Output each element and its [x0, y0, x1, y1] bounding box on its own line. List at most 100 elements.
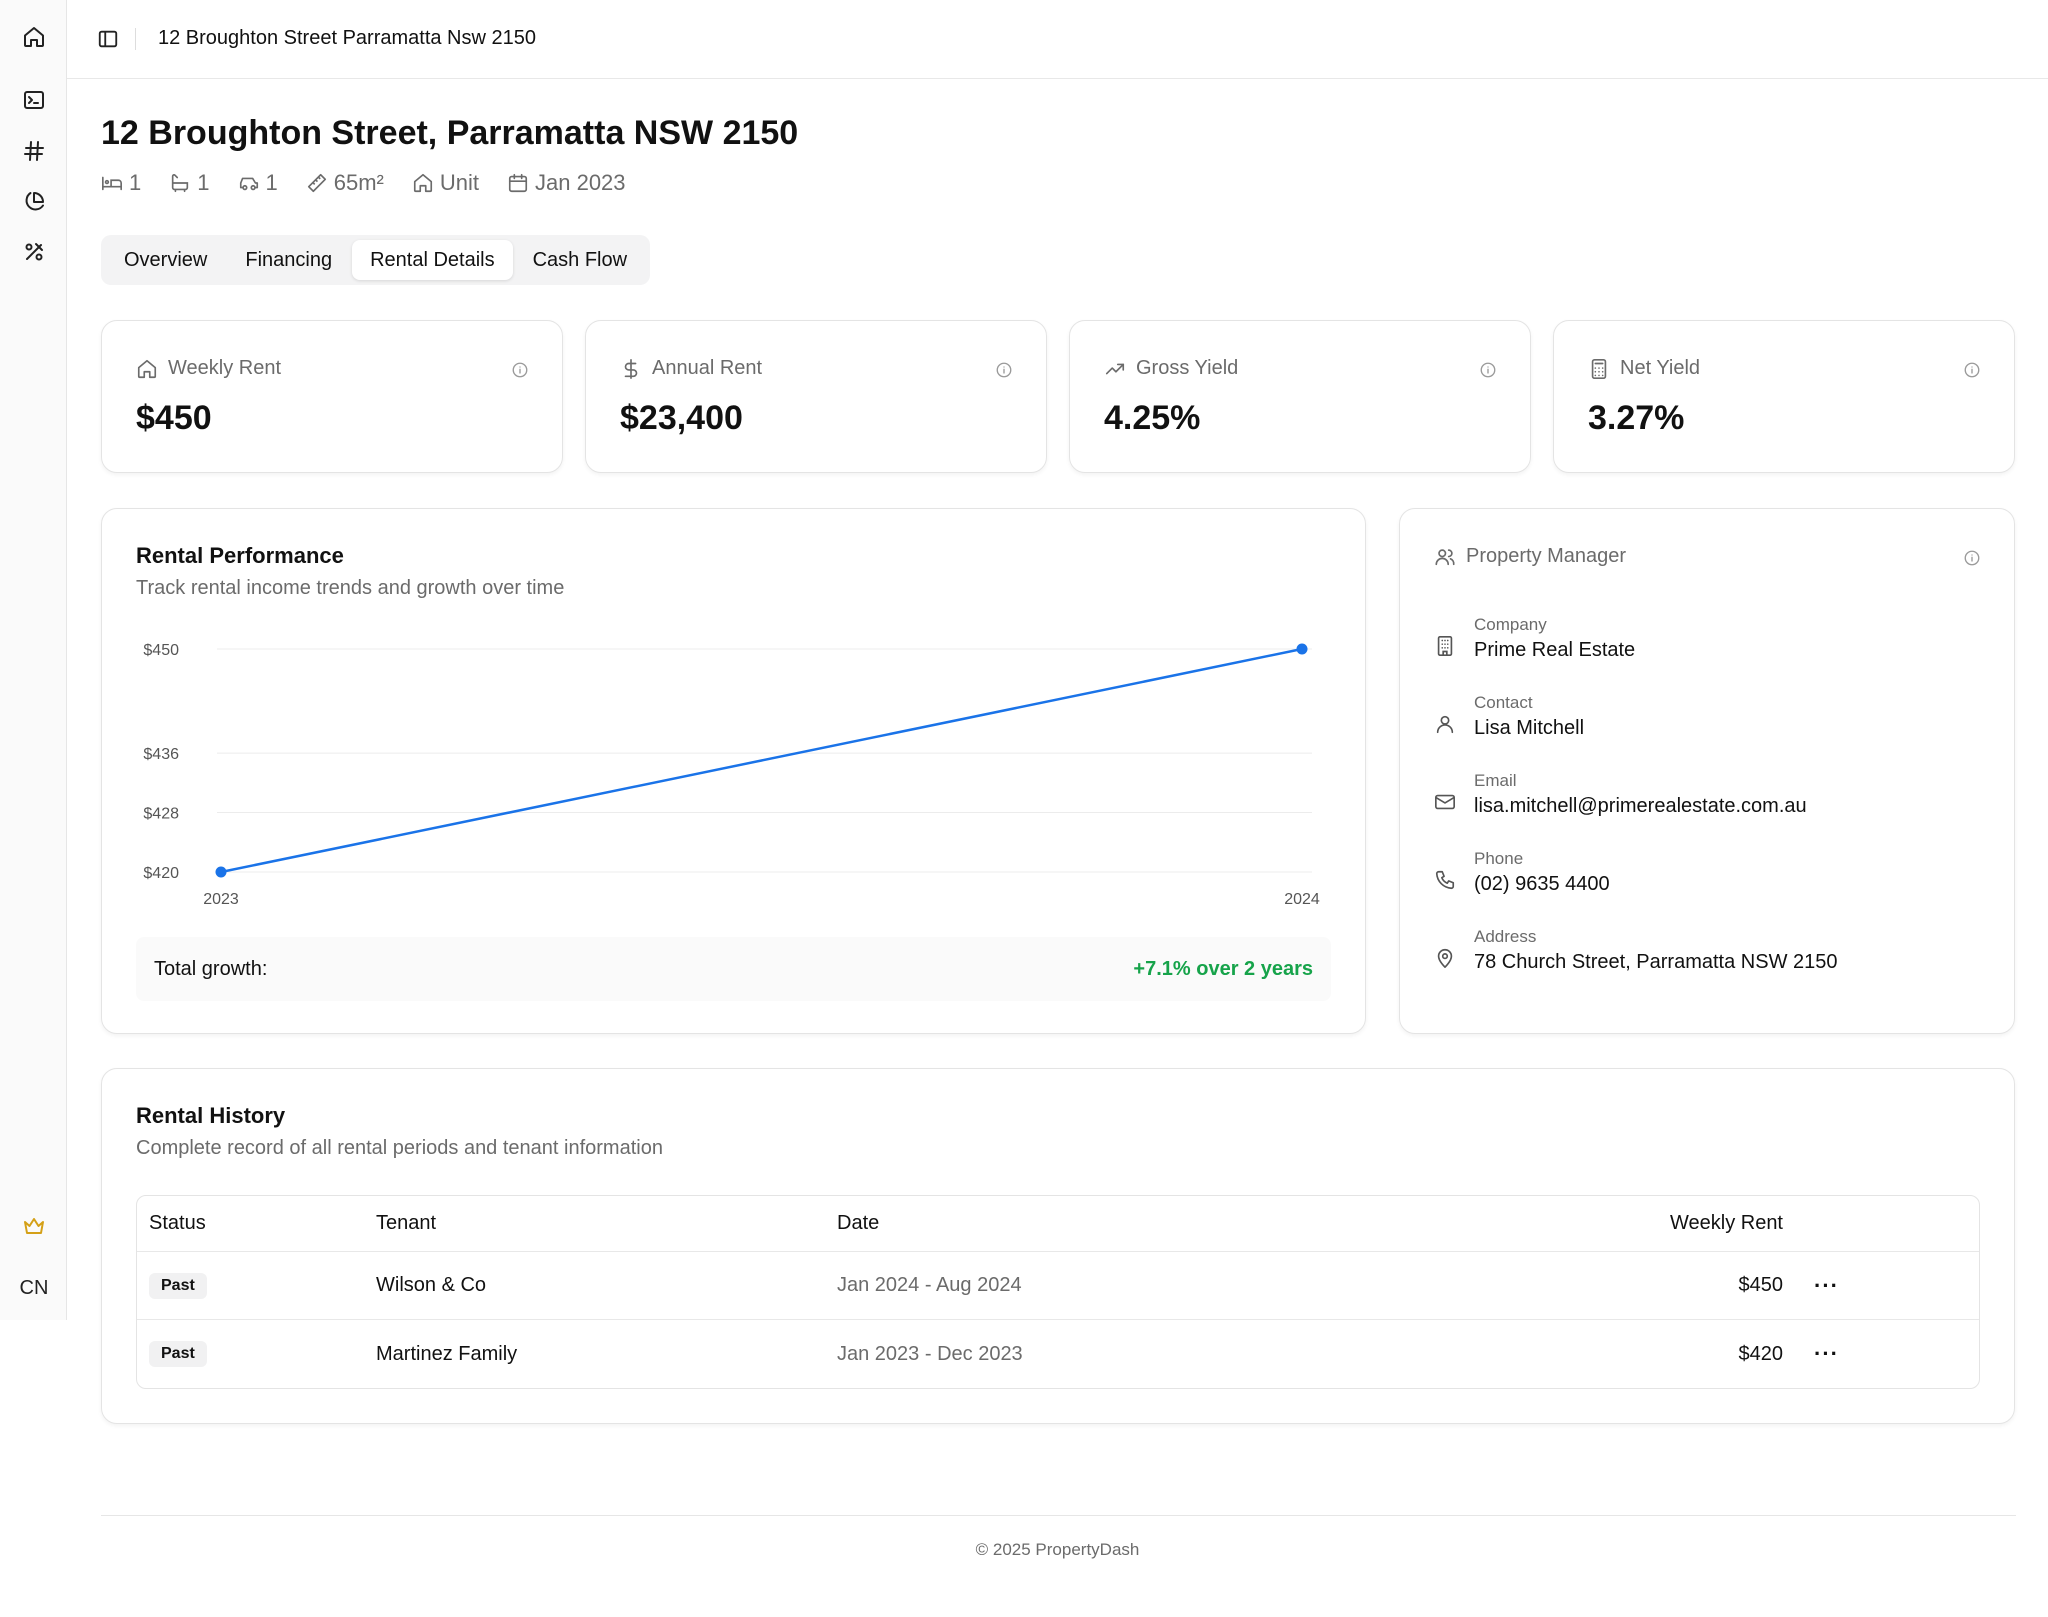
home-icon[interactable]: [16, 19, 52, 55]
hash-icon[interactable]: [16, 133, 52, 169]
car-icon: [239, 177, 258, 191]
tab-financing[interactable]: Financing: [227, 240, 350, 280]
stat-label-text: Net Yield: [1620, 357, 1701, 379]
tab-cash-flow[interactable]: Cash Flow: [515, 240, 645, 280]
table-row[interactable]: Past Wilson & Co Jan 2024 - Aug 2024 $45…: [137, 1252, 1979, 1320]
tenant-cell: Martinez Family: [376, 1342, 518, 1365]
y-tick-label: $420: [143, 865, 179, 882]
info-icon[interactable]: [1479, 361, 1497, 379]
stat-card-net-yield: Net Yield 3.27%: [1553, 320, 2015, 473]
rental-performance-chart: $450 $436 $428 $420 2023 2024: [143, 642, 1320, 908]
pm-value: Prime Real Estate: [1474, 639, 1636, 661]
type-meta: Unit: [412, 170, 479, 196]
info-icon[interactable]: [1963, 549, 1981, 567]
pm-label: Address: [1474, 927, 1537, 946]
footer: © 2025 PropertyDash: [975, 1540, 1140, 1559]
pm-title: Property Manager: [1466, 545, 1627, 567]
info-icon[interactable]: [995, 361, 1013, 379]
table-header: Status Tenant Date Weekly Rent: [137, 1196, 1979, 1252]
baths-count: 1: [197, 170, 210, 195]
stat-label-text: Gross Yield: [1136, 357, 1239, 379]
y-tick-label: $428: [143, 806, 179, 823]
status-badge: Past: [149, 1272, 207, 1299]
date-meta: Jan 2023: [507, 170, 626, 196]
date-cell: Jan 2024 - Aug 2024: [837, 1274, 1022, 1296]
terminal-icon[interactable]: [16, 82, 52, 118]
column-header-tenant[interactable]: Tenant: [376, 1196, 436, 1251]
tab-overview[interactable]: Overview: [106, 240, 225, 280]
percent-tools-icon[interactable]: [16, 234, 52, 270]
table-row[interactable]: Past Martinez Family Jan 2023 - Dec 2023…: [137, 1320, 1979, 1388]
pm-email: Email lisa.mitchell@primerealestate.com.…: [1434, 771, 1807, 821]
cars-meta: 1: [238, 170, 278, 196]
growth-value: +7.1% over 2 years: [1133, 957, 1313, 980]
calendar-icon: [508, 173, 528, 193]
baths-meta: 1: [169, 170, 210, 196]
total-growth-row: Total growth: +7.1% over 2 years: [136, 937, 1331, 1001]
bed-icon: [102, 176, 122, 191]
series-line: [220, 647, 1303, 874]
area-value: 65m²: [333, 170, 384, 195]
tenant-cell: Wilson & Co: [376, 1274, 487, 1296]
section-title: Rental Performance: [136, 543, 344, 568]
page-title: 12 Broughton Street, Parramatta NSW 2150: [101, 114, 799, 152]
sidebar-toggle-icon[interactable]: [91, 22, 125, 56]
rental-history-table: Status Tenant Date Weekly Rent Past Wils…: [136, 1195, 1980, 1389]
crown-icon[interactable]: [16, 1208, 52, 1244]
beds-count: 1: [129, 170, 142, 195]
stat-card-weekly-rent: Weekly Rent $450: [101, 320, 563, 473]
pm-label: Email: [1474, 771, 1517, 790]
pm-company: Company Prime Real Estate: [1434, 615, 1635, 665]
tab-rental-details[interactable]: Rental Details: [352, 240, 513, 280]
pm-address: Address 78 Church Street, Parramatta NSW…: [1434, 927, 1838, 977]
pm-email-link[interactable]: lisa.mitchell@primerealestate.com.au: [1474, 791, 1807, 821]
x-tick-label: 2024: [1284, 891, 1320, 908]
stat-card-annual-rent: Annual Rent $23,400: [585, 320, 1047, 473]
date-cell: Jan 2023 - Dec 2023: [837, 1342, 1023, 1365]
stat-label: Annual Rent: [620, 357, 762, 380]
x-tick-label: 2023: [203, 891, 239, 908]
stat-label: Weekly Rent: [136, 357, 281, 380]
pie-chart-icon[interactable]: [16, 184, 52, 220]
divider: [135, 28, 136, 50]
status-badge: Past: [149, 1341, 207, 1367]
stat-label-text: Weekly Rent: [168, 357, 282, 379]
home-icon: [137, 359, 157, 378]
data-point: [1296, 643, 1308, 655]
trending-up-icon: [1105, 363, 1125, 374]
property-manager-card: Property Manager Company Prime Real Esta…: [1399, 508, 2015, 1034]
bath-icon: [172, 174, 189, 193]
pm-label: Phone: [1474, 849, 1524, 868]
more-options-icon[interactable]: ···: [1814, 1320, 1839, 1388]
stat-value: 4.25%: [1104, 399, 1201, 437]
pm-header: Property Manager: [1434, 545, 1626, 568]
home-icon: [413, 173, 432, 193]
avatar[interactable]: CN: [10, 1268, 58, 1308]
user-icon: [1436, 715, 1454, 734]
purchase-date: Jan 2023: [535, 170, 626, 195]
phone-icon: [1435, 870, 1455, 890]
stat-card-gross-yield: Gross Yield 4.25%: [1069, 320, 1531, 473]
mail-icon: [1435, 794, 1455, 810]
property-meta: 1 1 1 65m² Unit Jan 2023: [101, 170, 626, 196]
column-header-weekly-rent[interactable]: Weekly Rent: [1670, 1196, 1783, 1251]
column-header-date[interactable]: Date: [837, 1196, 879, 1251]
pm-label: Company: [1474, 615, 1547, 634]
info-icon[interactable]: [511, 361, 529, 379]
footer-divider: [101, 1515, 2016, 1516]
area-meta: 65m²: [306, 170, 384, 196]
pm-phone-link[interactable]: (02) 9635 4400: [1474, 869, 1610, 899]
rent-cell: $420: [1738, 1342, 1784, 1365]
column-header-status[interactable]: Status: [149, 1196, 206, 1251]
dollar-icon: [624, 358, 638, 379]
info-icon[interactable]: [1963, 361, 1981, 379]
tab-bar: Overview Financing Rental Details Cash F…: [101, 235, 651, 285]
sidebar: CN: [0, 0, 67, 1320]
rental-performance-card: Rental Performance Track rental income t…: [101, 508, 1366, 1034]
ruler-icon: [307, 173, 326, 193]
y-tick-label: $450: [143, 642, 179, 659]
status-cell: Past: [149, 1320, 207, 1388]
pm-phone: Phone (02) 9635 4400: [1434, 849, 1610, 899]
more-options-icon[interactable]: ···: [1814, 1252, 1839, 1319]
status-cell: Past: [149, 1252, 207, 1319]
